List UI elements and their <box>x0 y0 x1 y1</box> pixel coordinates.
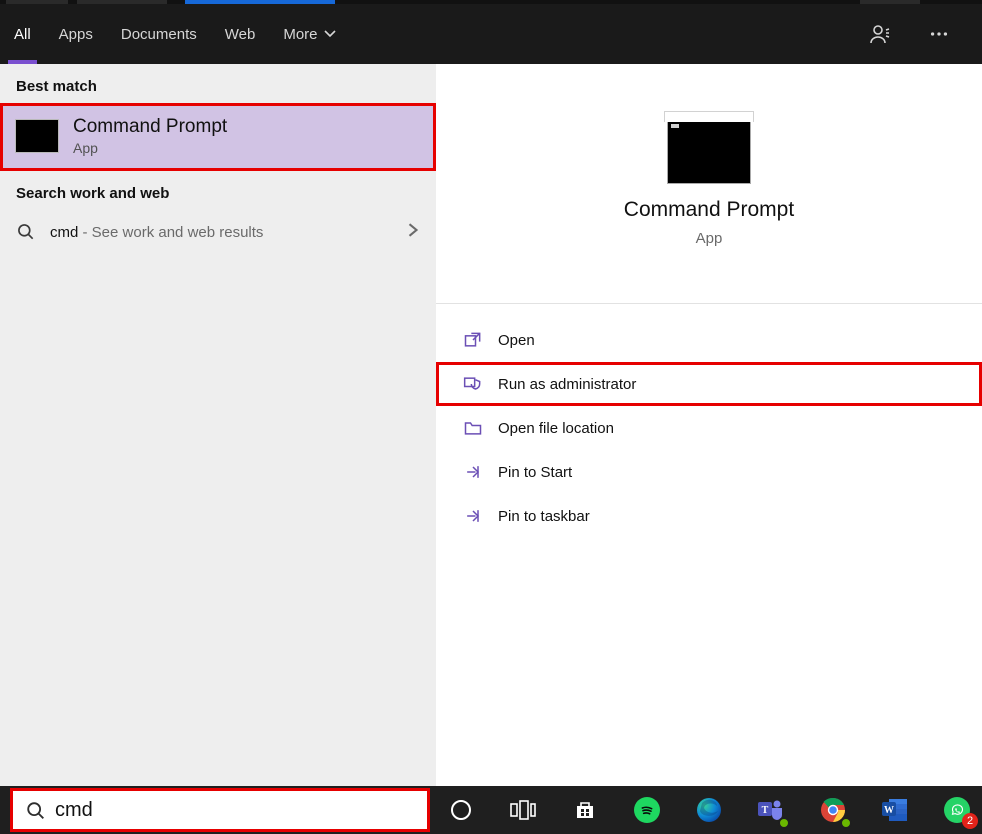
action-open-location-label: Open file location <box>498 420 614 437</box>
tab-apps[interactable]: Apps <box>45 4 107 64</box>
action-run-admin-label: Run as administrator <box>498 376 636 393</box>
more-options-icon[interactable] <box>924 14 954 54</box>
svg-text:W: W <box>884 805 894 816</box>
taskbar-edge-icon[interactable] <box>692 793 726 827</box>
action-open-label: Open <box>498 332 535 349</box>
taskbar-cortana-icon[interactable] <box>444 793 478 827</box>
taskbar-word-icon[interactable]: W <box>878 793 912 827</box>
tab-documents[interactable]: Documents <box>107 4 211 64</box>
pin-taskbar-icon <box>462 505 484 527</box>
best-match-command-prompt[interactable]: Command Prompt App <box>0 103 436 171</box>
best-match-title: Command Prompt <box>73 116 227 138</box>
search-tabs-bar: All Apps Documents Web More <box>0 4 982 64</box>
preview-header: Command Prompt App <box>436 64 982 304</box>
taskbar-whatsapp-icon[interactable]: 2 <box>940 793 974 827</box>
taskbar-spotify-icon[interactable] <box>630 793 664 827</box>
action-open-location[interactable]: Open file location <box>436 406 982 450</box>
search-panel: Best match Command Prompt App Search wor… <box>0 64 982 786</box>
tab-more-label: More <box>283 26 317 43</box>
preview-pane: Command Prompt App Open Run as adminis <box>436 64 982 786</box>
search-web-cmd[interactable]: cmd - See work and web results <box>0 210 436 254</box>
search-icon <box>25 800 45 820</box>
chevron-down-icon <box>324 28 336 40</box>
action-pin-start-label: Pin to Start <box>498 464 572 481</box>
pin-start-icon <box>462 461 484 483</box>
best-match-subtitle: App <box>73 140 227 156</box>
best-match-text: Command Prompt App <box>73 116 227 156</box>
tab-more[interactable]: More <box>269 4 349 64</box>
taskbar-search-box[interactable] <box>10 788 430 832</box>
action-pin-taskbar[interactable]: Pin to taskbar <box>436 494 982 538</box>
preview-title: Command Prompt <box>624 198 794 222</box>
profile-icon[interactable] <box>866 14 896 54</box>
action-open[interactable]: Open <box>436 318 982 362</box>
search-icon <box>16 222 36 242</box>
taskbar-chrome-icon[interactable] <box>816 793 850 827</box>
open-icon <box>462 329 484 351</box>
taskbar: T W <box>0 786 982 834</box>
results-pane: Best match Command Prompt App Search wor… <box>0 64 436 786</box>
command-prompt-icon <box>15 119 59 153</box>
web-query-text: cmd - See work and web results <box>50 224 263 241</box>
taskbar-store-icon[interactable] <box>568 793 602 827</box>
chevron-right-icon <box>406 223 420 241</box>
taskbar-teams-icon[interactable]: T <box>754 793 788 827</box>
tab-all[interactable]: All <box>0 4 45 64</box>
taskbar-taskview-icon[interactable] <box>506 793 540 827</box>
preview-subtitle: App <box>696 230 723 247</box>
action-list: Open Run as administrator Open file loca… <box>436 304 982 538</box>
work-web-label: Search work and web <box>0 171 436 210</box>
folder-location-icon <box>462 417 484 439</box>
action-run-admin[interactable]: Run as administrator <box>436 362 982 406</box>
action-pin-taskbar-label: Pin to taskbar <box>498 508 590 525</box>
command-prompt-large-icon <box>667 120 751 184</box>
shield-admin-icon <box>462 373 484 395</box>
svg-text:T: T <box>762 805 769 816</box>
best-match-label: Best match <box>0 64 436 103</box>
whatsapp-badge: 2 <box>962 813 978 829</box>
action-pin-start[interactable]: Pin to Start <box>436 450 982 494</box>
tab-web[interactable]: Web <box>211 4 270 64</box>
taskbar-search-input[interactable] <box>55 799 415 822</box>
